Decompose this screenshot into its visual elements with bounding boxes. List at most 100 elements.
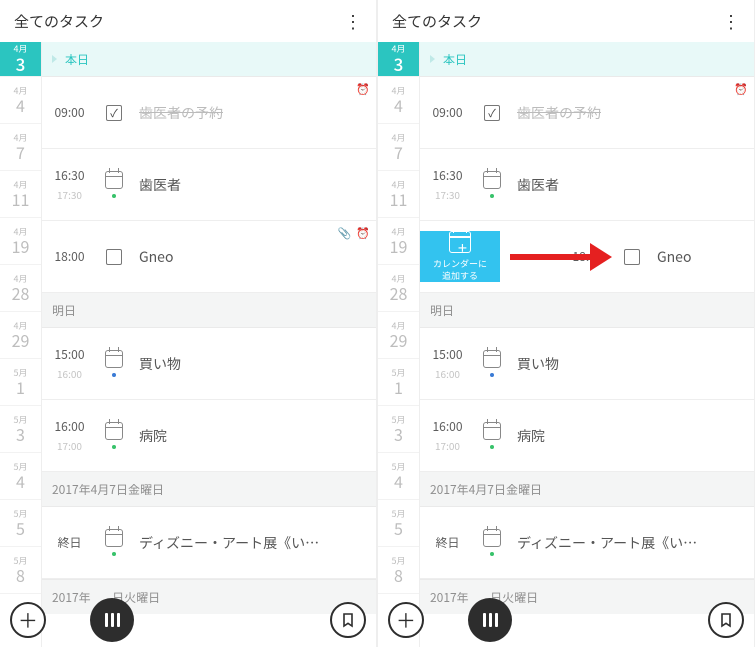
task-row[interactable]: 15:0016:00 買い物 [420,328,754,400]
task-row[interactable]: ⏰ 09:00 ✓ 歯医者の予約 [420,77,754,149]
task-row-swiped[interactable]: ＋ カレンダーに 追加する 18:00 Gneo [420,221,754,293]
dot-green-icon [112,445,116,449]
rail-date[interactable]: 4月29 [378,312,419,359]
bookmark-button[interactable] [708,602,744,638]
task-row[interactable]: 📎⏰ 18:00 Gneo [42,221,376,293]
task-row[interactable]: 終日 ディズニー・アート展《い… [420,507,754,579]
task-title: 歯医者の予約 [509,103,746,123]
rail-date[interactable]: 5月1 [0,359,41,406]
task-time: 16:0017:00 [420,418,475,453]
rail-date[interactable]: 5月1 [378,359,419,406]
rail-date[interactable]: 4月19 [0,218,41,265]
dot-green-icon [490,552,494,556]
task-title: Gneo [131,247,368,267]
task-title: 買い物 [131,354,368,374]
bookmark-button[interactable] [330,602,366,638]
chevron-right-icon [430,55,435,63]
rail-date[interactable]: 5月5 [0,500,41,547]
rail-date[interactable]: 4月28 [0,265,41,312]
dot-green-icon [112,194,116,198]
rail-date[interactable]: 4月7 [378,124,419,171]
task-time: 16:3017:30 [42,167,97,202]
calendar-icon [105,171,123,189]
task-time: 15:0016:00 [42,346,97,381]
add-button[interactable]: ＋ [10,602,46,638]
dot-green-icon [490,445,494,449]
rail-date[interactable]: 4月28 [378,265,419,312]
rail-date[interactable]: 4月4 [378,77,419,124]
rail-date[interactable]: 5月4 [0,453,41,500]
task-title: Gneo [649,247,754,267]
menu-button[interactable] [90,598,134,642]
calendar-icon [483,422,501,440]
calendar-icon [483,529,501,547]
section-date[interactable]: 2017年4月7日金曜日 [42,472,376,507]
section-today[interactable]: 本日 [42,42,376,77]
rail-date[interactable]: 4月19 [378,218,419,265]
header: 全てのタスク ⋮ [378,0,754,42]
dot-green-icon [112,552,116,556]
calendar-plus-icon: ＋ [449,231,471,253]
task-list[interactable]: 本日 ⏰ 09:00 ✓ 歯医者の予約 16:3017:30 歯医者 ＋ カレン… [420,42,754,647]
rail-date[interactable]: 4月29 [0,312,41,359]
more-icon[interactable]: ⋮ [344,8,362,34]
task-row[interactable]: 15:0016:00 買い物 [42,328,376,400]
calendar-icon [483,350,501,368]
checkbox-icon[interactable] [624,249,640,265]
task-title: 歯医者 [509,175,746,195]
task-title: ディズニー・アート展《い… [509,533,746,553]
task-row[interactable]: 16:0017:00 病院 [42,400,376,472]
calendar-icon [483,171,501,189]
rail-date[interactable]: 5月5 [378,500,419,547]
section-date[interactable]: 2017年4月7日金曜日 [420,472,754,507]
task-title: ディズニー・アート展《い… [131,533,368,553]
task-title: 歯医者 [131,175,368,195]
more-icon[interactable]: ⋮ [722,8,740,34]
rail-date[interactable]: 5月8 [0,547,41,594]
rail-date[interactable]: 4月11 [378,171,419,218]
rail-today[interactable]: 4月3 [0,42,41,77]
chevron-right-icon [52,55,57,63]
screen-left: 全てのタスク ⋮ 4月3 4月4 4月7 4月11 4月19 4月28 4月29… [0,0,376,647]
header-title: 全てのタスク [392,11,482,32]
menu-button[interactable] [468,598,512,642]
checkbox-checked-icon[interactable]: ✓ [484,105,500,121]
date-rail[interactable]: 4月3 4月4 4月7 4月11 4月19 4月28 4月29 5月1 5月3 … [378,42,420,647]
task-time: 16:3017:30 [420,167,475,202]
task-time: 18:00 [42,248,97,265]
rail-date[interactable]: 4月4 [0,77,41,124]
dot-blue-icon [490,373,494,377]
checkbox-icon[interactable] [106,249,122,265]
rail-today[interactable]: 4月3 [378,42,419,77]
alarm-icon: ⏰ [356,225,370,241]
section-today[interactable]: 本日 [420,42,754,77]
calendar-icon [105,529,123,547]
calendar-icon [105,422,123,440]
task-row[interactable]: 16:0017:00 病院 [420,400,754,472]
task-list[interactable]: 本日 ⏰ 09:00 ✓ 歯医者の予約 16:3017:30 歯医者 📎⏰ 18… [42,42,376,647]
screen-right: 全てのタスク ⋮ 4月3 4月4 4月7 4月11 4月19 4月28 4月29… [378,0,754,647]
task-row[interactable]: 16:3017:30 歯医者 [42,149,376,221]
rail-date[interactable]: 4月7 [0,124,41,171]
task-row[interactable]: ⏰ 09:00 ✓ 歯医者の予約 [42,77,376,149]
task-time: 16:0017:00 [42,418,97,453]
rail-date[interactable]: 5月8 [378,547,419,594]
add-button[interactable]: ＋ [388,602,424,638]
alarm-icon: ⏰ [734,81,748,97]
dot-green-icon [490,194,494,198]
rail-date[interactable]: 5月3 [378,406,419,453]
swipe-add-calendar-button[interactable]: ＋ カレンダーに 追加する [420,231,500,281]
rail-date[interactable]: 5月4 [378,453,419,500]
rail-date[interactable]: 4月11 [0,171,41,218]
rail-date[interactable]: 5月3 [0,406,41,453]
task-title: 買い物 [509,354,746,374]
task-row[interactable]: 16:3017:30 歯医者 [420,149,754,221]
calendar-icon [105,350,123,368]
task-row[interactable]: 終日 ディズニー・アート展《い… [42,507,376,579]
date-rail[interactable]: 4月3 4月4 4月7 4月11 4月19 4月28 4月29 5月1 5月3 … [0,42,42,647]
checkbox-checked-icon[interactable]: ✓ [106,105,122,121]
dot-blue-icon [112,373,116,377]
header: 全てのタスク ⋮ [0,0,376,42]
section-tomorrow[interactable]: 明日 [420,293,754,328]
section-tomorrow[interactable]: 明日 [42,293,376,328]
